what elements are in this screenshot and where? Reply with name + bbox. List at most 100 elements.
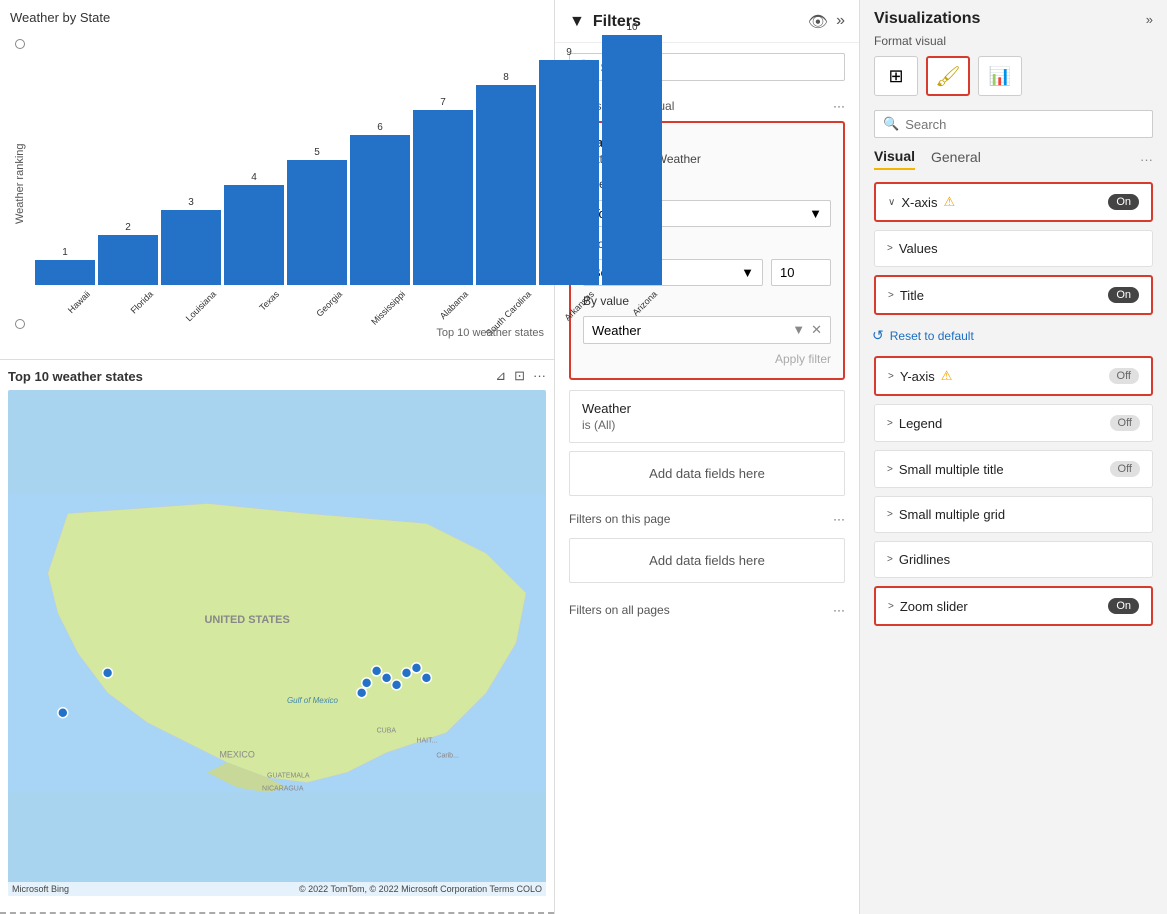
page-filter-label: Filters on this page ··· <box>555 504 859 530</box>
bar[interactable] <box>476 85 536 285</box>
filters-eye-icon[interactable]: 👁 <box>808 12 828 32</box>
legend-toggle[interactable]: Off <box>1110 415 1140 431</box>
analytics-icon: 📊 <box>989 66 1011 87</box>
filters-expand-icon[interactable]: » <box>836 12 845 32</box>
apply-filter-button[interactable]: Apply filter <box>583 352 831 366</box>
y-axis-row[interactable]: > Y-axis ⚠ Off <box>876 358 1151 394</box>
bar-number: 6 <box>377 122 383 133</box>
bar-group: 5Georgia <box>287 147 347 299</box>
bar-group: 1Hawaii <box>35 247 95 299</box>
svg-text:UNITED STATES: UNITED STATES <box>204 614 289 626</box>
values-row[interactable]: > Values <box>875 231 1152 266</box>
paint-icon-button[interactable]: 🖌 <box>926 56 970 96</box>
bar[interactable] <box>35 260 95 285</box>
bar-label: Texas <box>232 289 281 338</box>
expand-icon[interactable]: ⊡ <box>514 368 525 384</box>
map-area: Top 10 weather states ⊿ ⊡ ··· Gulf of Me… <box>0 360 554 912</box>
y-axis-toggle[interactable]: Off <box>1109 368 1139 384</box>
x-axis-row[interactable]: ∨ X-axis ⚠ On <box>876 184 1151 220</box>
viz-header: Visualizations » <box>860 0 1167 34</box>
weather-filter-subtitle: is (All) <box>582 418 832 432</box>
show-items-count-input[interactable] <box>771 259 831 286</box>
map-icons: ⊿ ⊡ ··· <box>495 368 546 384</box>
zoom-slider-row[interactable]: > Zoom slider On <box>876 588 1151 624</box>
y-axis-warning-icon: ⚠ <box>941 368 953 384</box>
bar-number: 3 <box>188 197 194 208</box>
bar[interactable] <box>287 160 347 285</box>
add-data-page-card[interactable]: Add data fields here <box>569 538 845 583</box>
small-multiple-title-toggle[interactable]: Off <box>1110 461 1140 477</box>
analytics-icon-button[interactable]: 📊 <box>978 56 1022 96</box>
bar-label: Hawaii <box>43 289 92 338</box>
filters-header-icons: 👁 » <box>808 12 845 32</box>
y-axis-label: > Y-axis ⚠ <box>888 368 952 384</box>
section-more-icon[interactable]: ··· <box>833 99 845 113</box>
filter-type-chevron-icon: ▼ <box>809 206 822 221</box>
chart-title: Weather by State <box>10 10 544 25</box>
grid-icon-button[interactable]: ⊞ <box>874 56 918 96</box>
bar[interactable] <box>224 185 284 285</box>
zoom-slider-toggle[interactable]: On <box>1108 598 1139 614</box>
bar[interactable] <box>350 135 410 285</box>
title-row[interactable]: > Title On <box>876 277 1151 313</box>
bar-number: 5 <box>314 147 320 158</box>
gridlines-row[interactable]: > Gridlines <box>875 542 1152 577</box>
viz-search-box[interactable]: 🔍 <box>874 110 1153 138</box>
filter-icon[interactable]: ⊿ <box>495 368 506 384</box>
bar-group: 3Louisiana <box>161 197 221 299</box>
map-title-row: Top 10 weather states ⊿ ⊡ ··· <box>8 368 546 384</box>
x-axis-toggle[interactable]: On <box>1108 194 1139 210</box>
legend-chevron-icon: > <box>887 418 893 429</box>
bar[interactable] <box>98 235 158 285</box>
legend-label: > Legend <box>887 416 942 431</box>
bar-group: 8South Carolina <box>476 72 536 299</box>
small-multiple-title-row[interactable]: > Small multiple title Off <box>875 451 1152 487</box>
bar[interactable] <box>161 210 221 285</box>
by-value-icons: ▼ ✕ <box>792 322 822 338</box>
bar-number: 7 <box>440 97 446 108</box>
small-multiple-title-label: > Small multiple title <box>887 462 1004 477</box>
bar[interactable] <box>413 110 473 285</box>
more-icon[interactable]: ··· <box>533 368 546 384</box>
title-section: > Title On <box>874 275 1153 315</box>
add-data-visual-card[interactable]: Add data fields here <box>569 451 845 496</box>
map-footer: Microsoft Bing © 2022 TomTom, © 2022 Mic… <box>8 882 546 896</box>
tab-general[interactable]: General <box>931 149 981 169</box>
bar-number: 1 <box>62 247 68 258</box>
bar-number: 9 <box>566 47 572 58</box>
tab-visual[interactable]: Visual <box>874 148 915 170</box>
smt-chevron-icon: > <box>887 464 893 475</box>
smg-chevron-icon: > <box>887 509 893 520</box>
bar-number: 10 <box>626 22 637 33</box>
direction-chevron-icon: ▼ <box>741 265 754 280</box>
y-axis-section: > Y-axis ⚠ Off <box>874 356 1153 396</box>
bar[interactable] <box>539 60 599 285</box>
all-pages-more-icon[interactable]: ··· <box>833 603 845 617</box>
format-visual-section: Format visual ⊞ 🖌 📊 <box>860 34 1167 104</box>
format-visual-label: Format visual <box>874 34 1153 48</box>
all-pages-filter-label: Filters on all pages ··· <box>555 595 859 621</box>
left-panel: Weather by State Weather ranking 1Hawaii… <box>0 0 555 914</box>
x-axis-label: ∨ X-axis ⚠ <box>888 194 955 210</box>
small-multiple-grid-label: > Small multiple grid <box>887 507 1005 522</box>
page-filter-more-icon[interactable]: ··· <box>833 512 845 526</box>
reset-to-default-button[interactable]: ↺ Reset to default <box>860 319 1167 352</box>
bar-group: 4Texas <box>224 172 284 299</box>
bar-number: 8 <box>503 72 509 83</box>
weather-filter-card[interactable]: Weather is (All) <box>569 390 845 443</box>
bar-group: 6Mississippi <box>350 122 410 299</box>
y-axis-label: Weather ranking <box>10 29 30 339</box>
bar-group: 9Arkansas <box>539 47 599 299</box>
visualizations-panel: Visualizations » Format visual ⊞ 🖌 📊 🔍 V… <box>860 0 1167 914</box>
title-chevron-icon: > <box>888 290 894 301</box>
x-axis-chevron-icon: ∨ <box>888 197 895 208</box>
title-toggle[interactable]: On <box>1108 287 1139 303</box>
viz-search-input[interactable] <box>905 117 1144 132</box>
tab-more-icon[interactable]: ··· <box>1140 152 1153 167</box>
bar[interactable] <box>602 35 662 285</box>
by-value-clear-icon[interactable]: ✕ <box>811 322 822 338</box>
viz-expand-icon[interactable]: » <box>1146 12 1153 27</box>
legend-row[interactable]: > Legend Off <box>875 405 1152 441</box>
bar-group: 10Arizona <box>602 22 662 299</box>
small-multiple-grid-row[interactable]: > Small multiple grid <box>875 497 1152 532</box>
